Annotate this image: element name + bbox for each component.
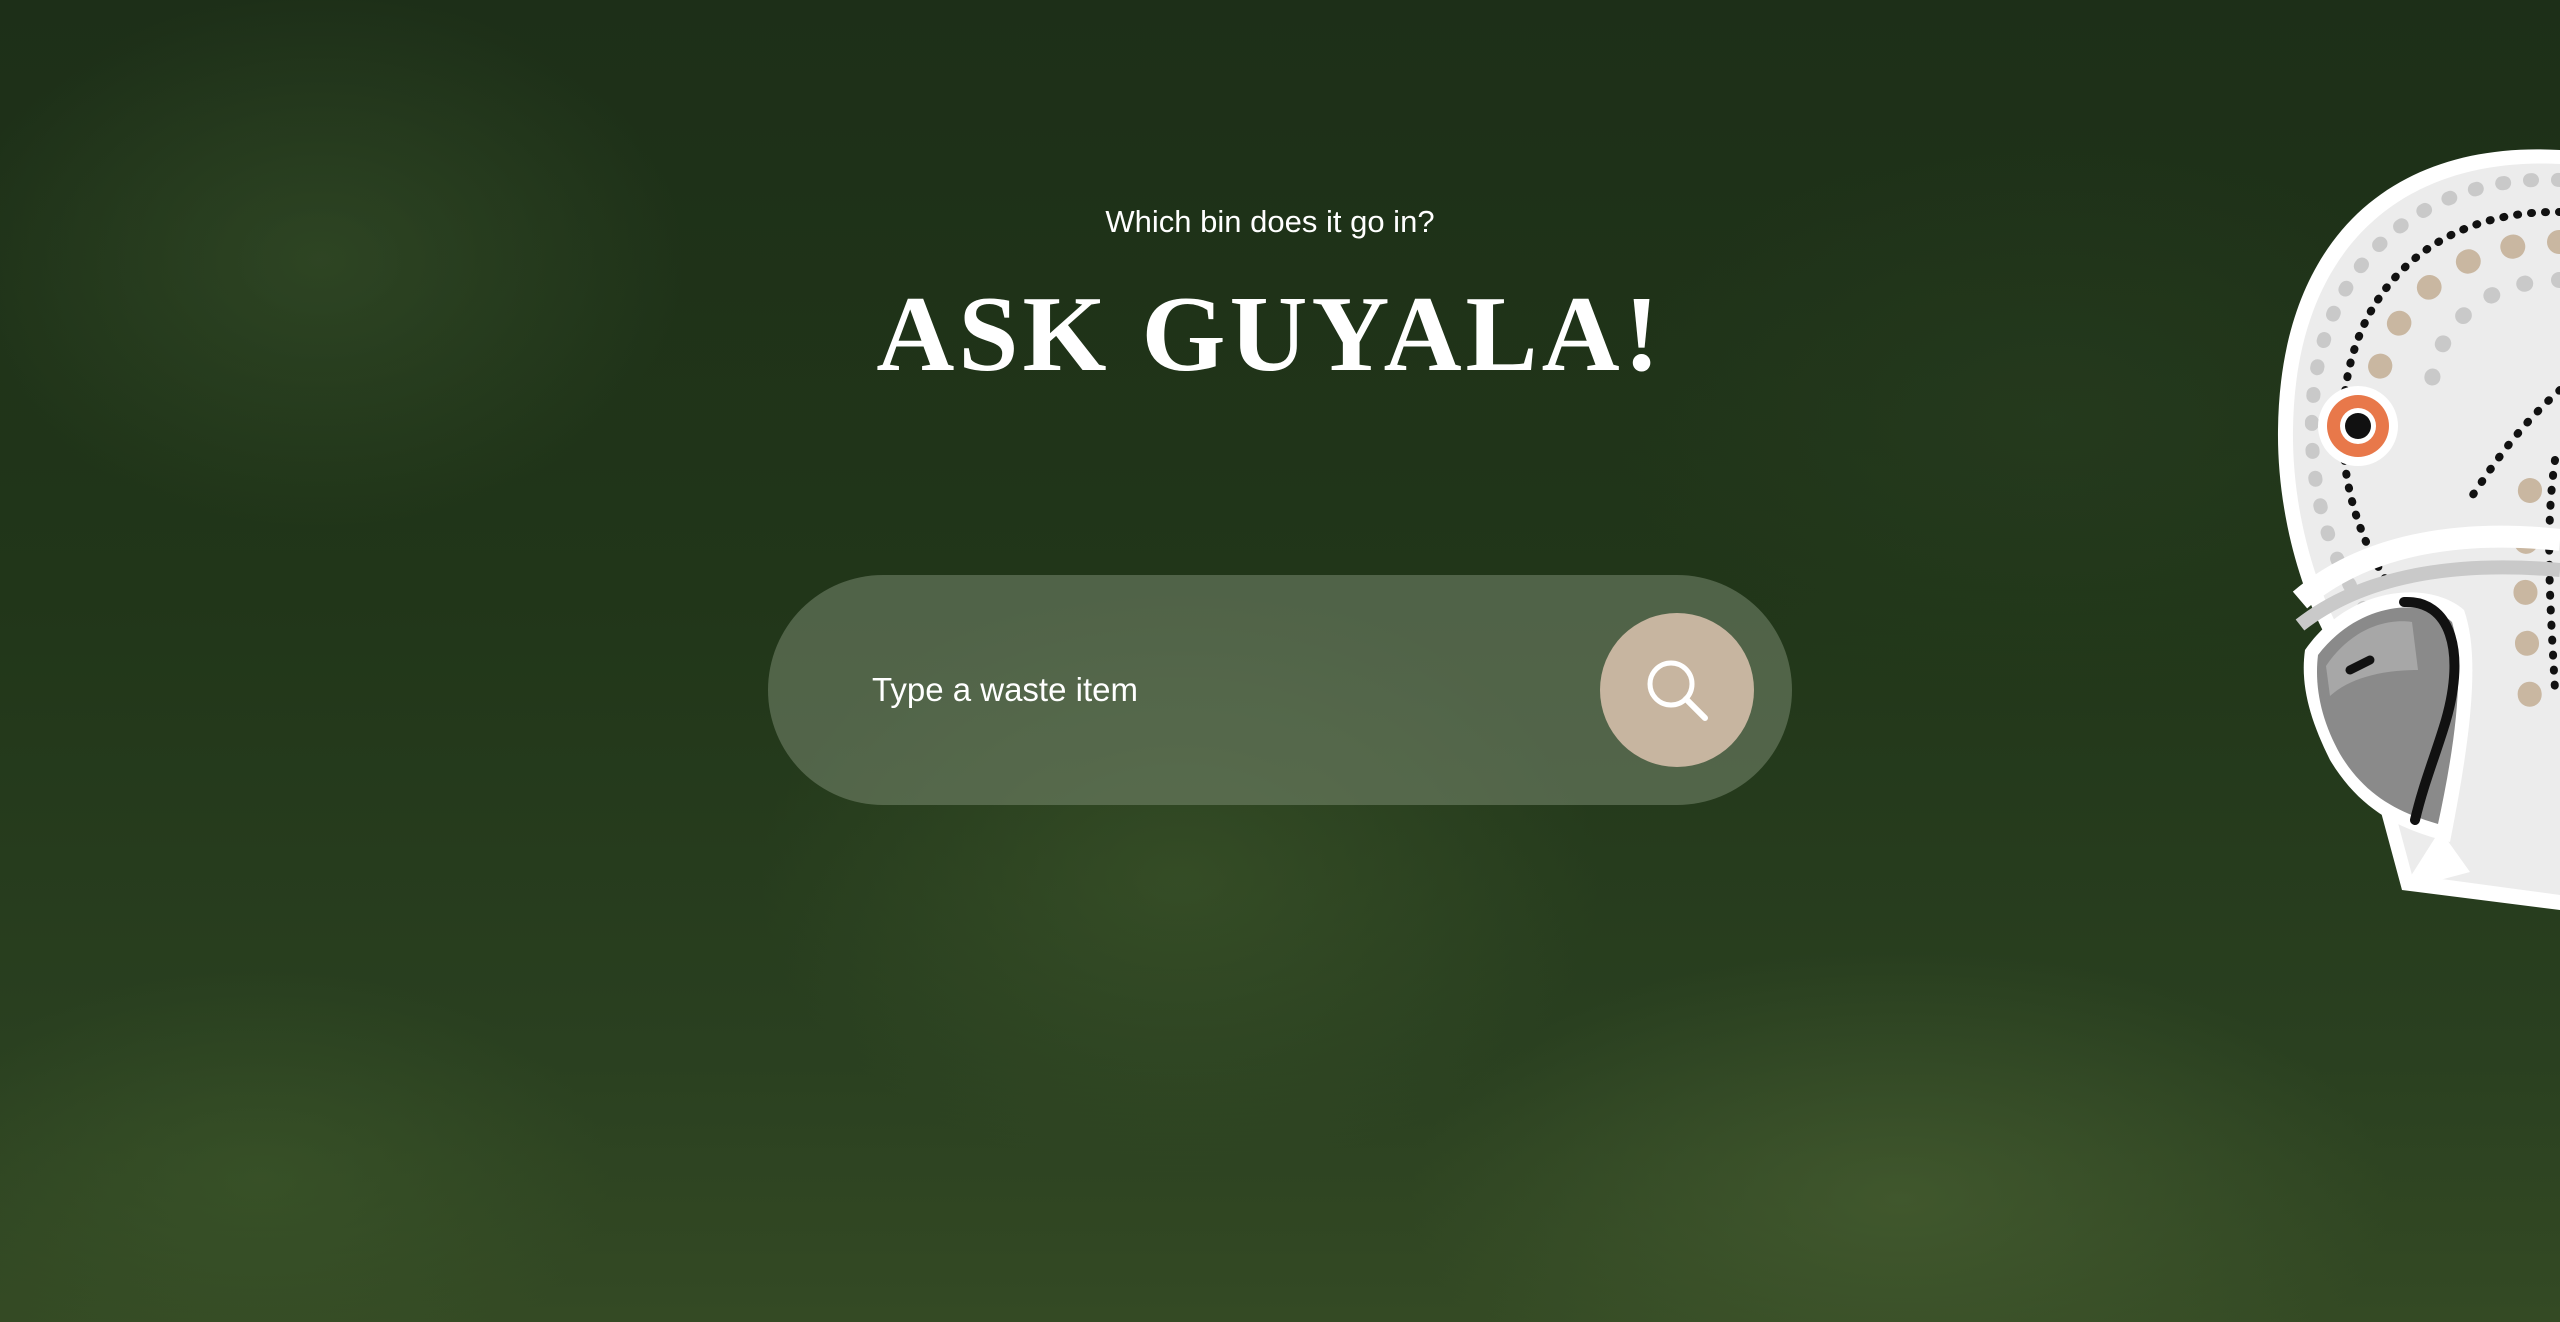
search-icon [1647, 660, 1708, 721]
cockatoo-mascot-icon [2150, 130, 2560, 910]
search-bar [768, 575, 1792, 805]
search-input[interactable] [872, 645, 1532, 735]
search-button[interactable] [1600, 613, 1754, 767]
